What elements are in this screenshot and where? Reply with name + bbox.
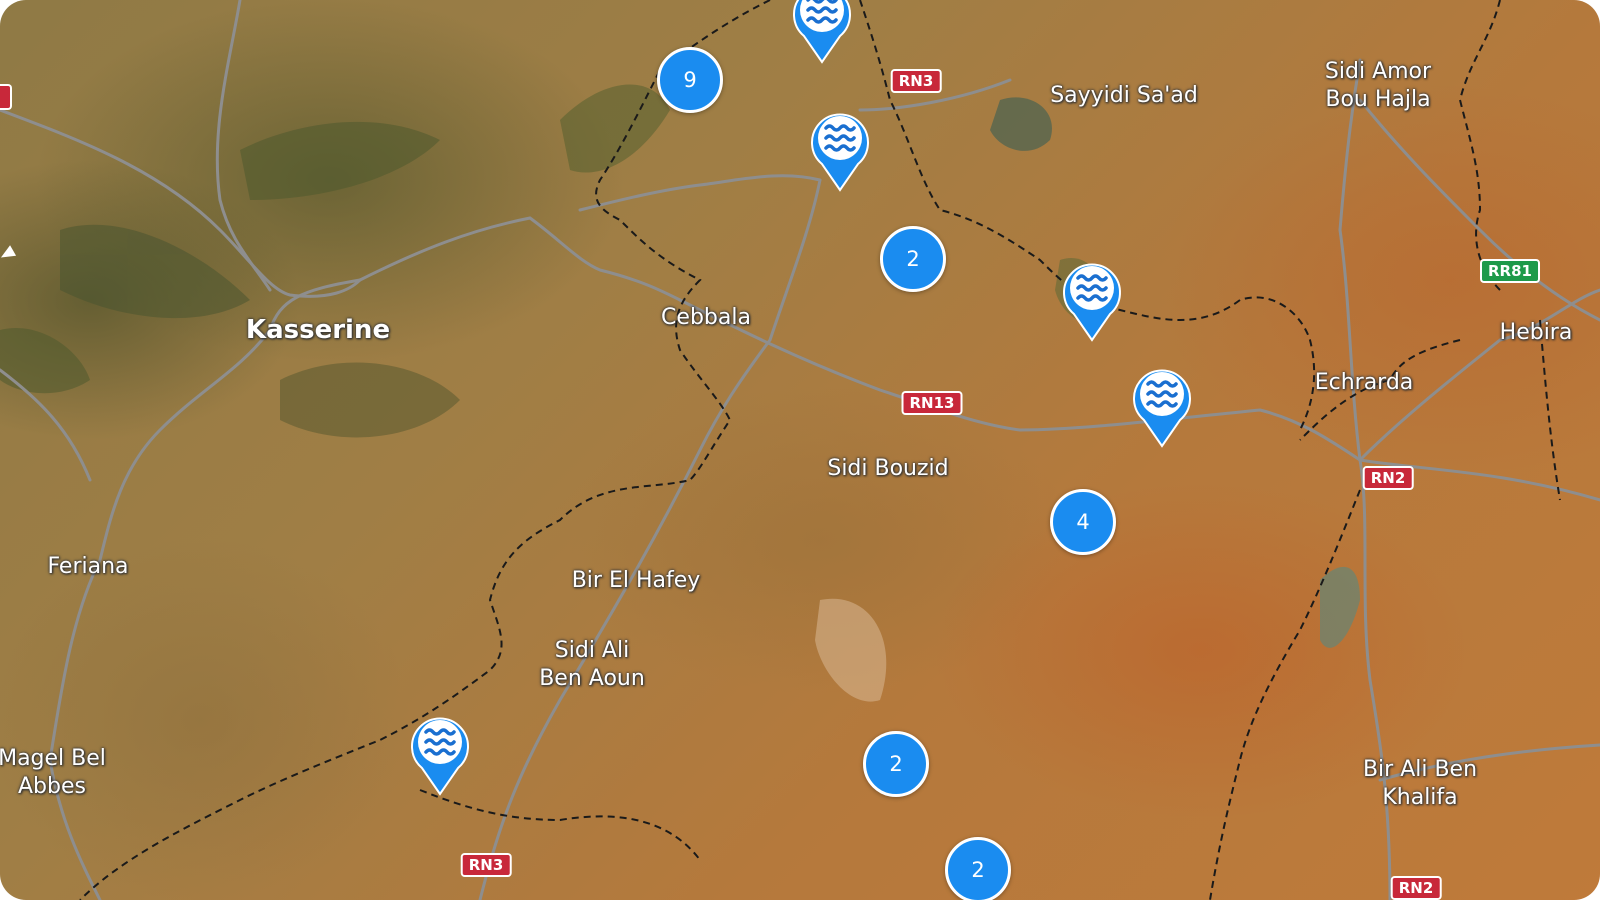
- water-pin-marker[interactable]: [790, 0, 854, 64]
- road-label-rn13: RN13: [901, 391, 963, 415]
- place-label-cebbala: Cebbala: [661, 305, 751, 330]
- place-label-bir-ali-ben-khalifa: Bir Ali Ben Khalifa: [1362, 757, 1478, 810]
- road-label-rn3: RN3: [890, 69, 942, 93]
- marker-cluster[interactable]: 2: [863, 731, 929, 797]
- road-label-rn2-south: RN2: [1390, 876, 1442, 900]
- road-label-rn3-south: RN3: [460, 853, 512, 877]
- place-label-sayyidi-saad: Sayyidi Sa'ad: [1050, 83, 1198, 108]
- offscreen-road-label: [0, 84, 12, 110]
- marker-cluster[interactable]: 2: [880, 226, 946, 292]
- water-pin-marker[interactable]: [1060, 256, 1124, 342]
- marker-cluster[interactable]: 9: [657, 47, 723, 113]
- place-label-kasserine: Kasserine: [245, 315, 391, 345]
- place-label-sidi-amor-bou-hajla: Sidi Amor Bou Hajla: [1324, 59, 1432, 112]
- marker-cluster[interactable]: 2: [945, 837, 1011, 900]
- place-label-sidi-ali-ben-aoun: Sidi Ali Ben Aoun: [539, 638, 645, 691]
- road-label-rn2: RN2: [1362, 466, 1414, 490]
- place-label-magel-bel-abbes: Magel Bel Abbes: [0, 746, 106, 799]
- marker-cluster[interactable]: 4: [1050, 489, 1116, 555]
- roads: [0, 0, 1600, 900]
- water-pin-marker[interactable]: [808, 106, 872, 192]
- map-overlay: [0, 0, 1600, 900]
- map-view[interactable]: Kasserine Cebbala Sayyidi Sa'ad Sidi Amo…: [0, 0, 1600, 900]
- place-label-sidi-bouzid: Sidi Bouzid: [827, 456, 949, 481]
- place-label-hebira: Hebira: [1499, 320, 1573, 345]
- place-label-feriana: Feriana: [47, 554, 129, 579]
- place-label-echrarda: Echrarda: [1314, 370, 1414, 395]
- place-label-bir-el-hafey: Bir El Hafey: [571, 568, 701, 593]
- road-label-rr81: RR81: [1480, 259, 1540, 283]
- water-pin-marker[interactable]: [408, 710, 472, 796]
- water-pin-marker[interactable]: [1130, 362, 1194, 448]
